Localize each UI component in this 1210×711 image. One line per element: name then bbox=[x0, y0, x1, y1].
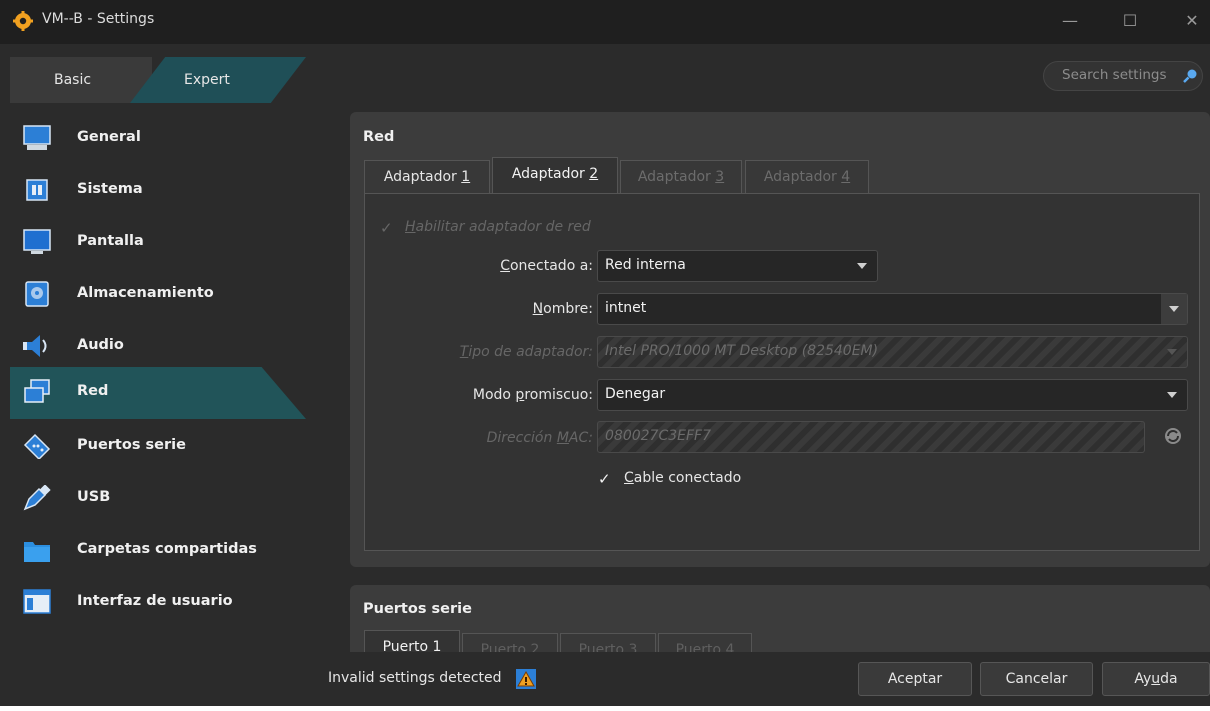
sidebar-item-pantalla[interactable]: Pantalla bbox=[10, 217, 300, 269]
promiscuous-mode-select[interactable]: Denegar bbox=[597, 379, 1188, 411]
cancel-button[interactable]: Cancelar bbox=[980, 662, 1093, 696]
mac-address-input[interactable]: 080027C3EFF7 bbox=[597, 421, 1145, 453]
tab-adaptador-4[interactable]: Adaptador 4 bbox=[745, 160, 869, 193]
minimize-button[interactable]: — bbox=[1052, 6, 1088, 36]
enable-adapter-label: Habilitar adaptador de red bbox=[405, 219, 591, 235]
enable-adapter-checkbox[interactable]: ✓ bbox=[380, 220, 396, 236]
refresh-mac-icon[interactable] bbox=[1163, 426, 1183, 446]
chevron-down-icon bbox=[1167, 349, 1177, 355]
sidebar-item-interfaz-de-usuario[interactable]: Interfaz de usuario bbox=[10, 577, 300, 629]
system-icon bbox=[26, 179, 48, 201]
cable-connected-checkbox[interactable]: ✓ bbox=[598, 471, 614, 487]
cable-connected-label: Cable conectado bbox=[624, 470, 742, 486]
mode-basic-label: Basic bbox=[54, 72, 92, 88]
network-icon bbox=[24, 379, 50, 403]
display-icon bbox=[23, 229, 51, 254]
adapter-type-label: Tipo de adaptador: bbox=[459, 344, 593, 360]
serial-ports-section-title: Puertos serie bbox=[363, 601, 472, 617]
attached-to-label: Conectado a: bbox=[500, 258, 593, 274]
chevron-down-icon bbox=[857, 263, 867, 269]
mode-expert-label: Expert bbox=[184, 72, 230, 88]
adapter-tab-panel bbox=[364, 193, 1200, 551]
title-bar: VM--B - Settings — ☐ ✕ bbox=[0, 0, 1210, 44]
name-label: Nombre: bbox=[532, 301, 593, 317]
usb-icon bbox=[23, 485, 51, 511]
tab-puerto-4[interactable]: Puerto 4 bbox=[658, 633, 752, 652]
storage-icon bbox=[25, 281, 49, 307]
tab-adaptador-2[interactable]: Adaptador 2 bbox=[492, 157, 618, 193]
shared-folders-icon bbox=[24, 542, 50, 562]
tab-puerto-1[interactable]: Puerto 1 bbox=[364, 630, 460, 652]
search-placeholder: Search settings bbox=[1062, 67, 1167, 83]
network-section-title: Red bbox=[363, 129, 395, 145]
tab-adaptador-3[interactable]: Adaptador 3 bbox=[620, 160, 742, 193]
tab-adaptador-1[interactable]: Adaptador 1 bbox=[364, 160, 490, 193]
chevron-down-icon bbox=[1167, 392, 1177, 398]
attached-to-select[interactable]: Red interna bbox=[597, 250, 878, 282]
warning-icon[interactable] bbox=[516, 669, 536, 689]
mac-address-label: Dirección MAC: bbox=[486, 430, 593, 446]
settings-window: VM--B - Settings — ☐ ✕ Basic Expert Sear… bbox=[0, 0, 1210, 706]
adapter-type-select[interactable]: Intel PRO/1000 MT Desktop (82540EM) bbox=[597, 336, 1188, 368]
general-icon bbox=[23, 125, 51, 150]
sidebar-item-puertos-serie[interactable]: Puertos serie bbox=[10, 421, 300, 473]
sidebar-item-usb[interactable]: USB bbox=[10, 473, 300, 525]
invalid-settings-text: Invalid settings detected bbox=[328, 670, 502, 686]
ok-button[interactable]: Aceptar bbox=[858, 662, 972, 696]
sidebar-item-red[interactable]: Red bbox=[10, 367, 300, 419]
search-icon bbox=[1183, 69, 1197, 83]
sidebar-item-carpetas-compartidas[interactable]: Carpetas compartidas bbox=[10, 525, 300, 577]
user-interface-icon bbox=[23, 589, 51, 614]
serial-ports-icon bbox=[23, 433, 51, 459]
close-button[interactable]: ✕ bbox=[1174, 6, 1210, 36]
promiscuous-mode-label: Modo promiscuo: bbox=[472, 387, 593, 403]
tab-puerto-2[interactable]: Puerto 2 bbox=[462, 633, 558, 652]
sidebar-item-almacenamiento[interactable]: Almacenamiento bbox=[10, 269, 300, 321]
tab-puerto-3[interactable]: Puerto 3 bbox=[560, 633, 656, 652]
sidebar-item-general[interactable]: General bbox=[10, 113, 300, 165]
window-title: VM--B - Settings bbox=[42, 11, 155, 27]
name-combobox[interactable]: intnet bbox=[597, 293, 1188, 325]
audio-icon bbox=[23, 335, 47, 357]
maximize-button[interactable]: ☐ bbox=[1112, 6, 1148, 36]
help-button[interactable]: Ayuda bbox=[1102, 662, 1210, 696]
virtualbox-gear-icon bbox=[13, 11, 33, 31]
sidebar-item-audio[interactable]: Audio bbox=[10, 321, 300, 373]
sidebar-item-sistema[interactable]: Sistema bbox=[10, 165, 300, 217]
chevron-down-icon bbox=[1169, 306, 1179, 312]
